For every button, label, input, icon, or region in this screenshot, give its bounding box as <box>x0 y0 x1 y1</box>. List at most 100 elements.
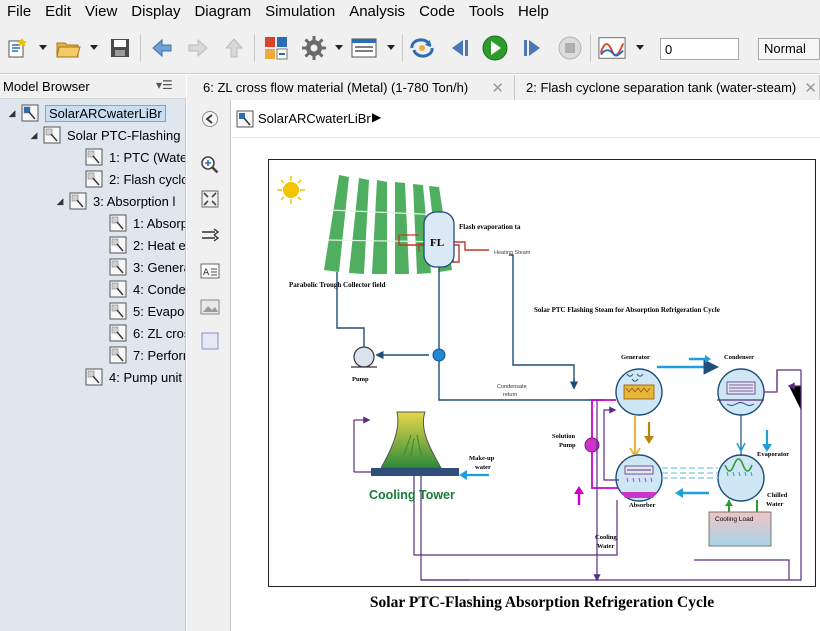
collapse-triangle-icon[interactable]: ◢ <box>6 108 18 119</box>
fit-view-icon[interactable] <box>199 188 221 210</box>
back-arrow-icon[interactable] <box>148 34 176 62</box>
tree-item-root[interactable]: ◢ SolarARCwaterLiBr <box>6 102 166 124</box>
model-browser-menu-icon[interactable]: ▾☰ <box>156 78 173 92</box>
tree-item-condenser[interactable]: 4: Conden <box>94 278 186 300</box>
new-model-icon[interactable] <box>4 34 32 62</box>
tree-item-label: 1: PTC (Water <box>109 149 186 165</box>
menu-file[interactable]: File <box>0 0 38 24</box>
model-icon <box>236 110 254 128</box>
tree-item-label: SolarARCwaterLiBr <box>45 104 166 122</box>
close-icon[interactable]: ✕ <box>491 79 504 97</box>
menu-edit[interactable]: Edit <box>38 0 78 24</box>
open-folder-icon[interactable] <box>54 34 82 62</box>
signal-arrow-icon[interactable] <box>199 224 221 246</box>
tree-item-label: 3: Genera <box>133 259 186 275</box>
tab-flash-cyclone[interactable]: 2: Flash cyclone separation tank (water-… <box>515 75 820 100</box>
simulation-mode-select[interactable]: Normal <box>758 38 820 60</box>
evaporator-label: Evaporator <box>757 451 789 458</box>
area-icon[interactable] <box>199 330 221 352</box>
tree-item-zl-cross[interactable]: 6: ZL cros <box>94 322 186 344</box>
diagram-image[interactable]: Parabolic Trough Collector field FL Flas… <box>268 159 816 587</box>
tree-item-label: 2: Heat ex <box>133 237 186 253</box>
block-palette: A <box>187 100 231 631</box>
chilled-water-label-2: Water <box>766 501 783 508</box>
tab-bar: 6: ZL cross flow material (Metal) (1-780… <box>187 75 820 100</box>
new-dropdown-icon[interactable] <box>38 42 48 52</box>
step-back-icon[interactable] <box>446 34 474 62</box>
update-diagram-icon[interactable] <box>408 34 436 62</box>
tree-item-absorber[interactable]: 1: Absorpo <box>94 212 185 234</box>
tree-item-heat-exchanger[interactable]: 2: Heat ex <box>94 234 186 256</box>
menu-help[interactable]: Help <box>511 0 556 24</box>
tree-item-label: 6: ZL cros <box>133 325 186 341</box>
menu-display[interactable]: Display <box>124 0 187 24</box>
tree-item-performance[interactable]: 7: Perform <box>94 344 185 366</box>
menu-simulation[interactable]: Simulation <box>258 0 342 24</box>
up-arrow-icon[interactable] <box>220 34 248 62</box>
image-icon[interactable] <box>199 296 221 318</box>
breadcrumb[interactable]: SolarARCwaterLiBr <box>258 111 371 126</box>
tree-item-solar-ptc-flashing[interactable]: ◢ Solar PTC-Flashing <box>28 124 180 146</box>
absorber <box>615 454 663 502</box>
menu-tools[interactable]: Tools <box>462 0 511 24</box>
annotation-icon[interactable]: A <box>199 260 221 282</box>
gear-icon[interactable] <box>300 34 328 62</box>
condensate-label-1: Condensate <box>497 384 527 390</box>
toolbar-separator <box>590 34 591 62</box>
menu-view[interactable]: View <box>78 0 124 24</box>
makeup-water-label-1: Make-up <box>469 455 495 462</box>
model-browser-title: Model Browser <box>3 79 90 94</box>
tree-item-generator[interactable]: 3: Genera <box>94 256 186 278</box>
menu-code[interactable]: Code <box>412 0 462 24</box>
tree-item-label: 2: Flash cyclon <box>109 171 185 187</box>
condenser <box>717 368 765 416</box>
step-forward-icon[interactable] <box>518 34 546 62</box>
cooling-tower-label: Cooling Tower <box>369 488 455 502</box>
flash-tank: FL <box>423 211 455 268</box>
scope-dropdown-icon[interactable] <box>635 42 645 52</box>
tree-item-label: 4: Conden <box>133 281 186 297</box>
condenser-label: Condenser <box>724 354 754 361</box>
menu-bar: File Edit View Display Diagram Simulatio… <box>0 0 820 24</box>
model-config-icon[interactable] <box>350 34 378 62</box>
tree-item-ptc[interactable]: 1: PTC (Water <box>70 146 186 168</box>
scope-icon[interactable] <box>598 34 626 62</box>
tab-label: 6: ZL cross flow material (Metal) (1-780… <box>203 80 469 95</box>
menu-diagram[interactable]: Diagram <box>187 0 258 24</box>
model-canvas[interactable]: Parabolic Trough Collector field FL Flas… <box>232 139 820 631</box>
stop-time-input[interactable] <box>660 38 739 60</box>
save-icon[interactable] <box>106 34 134 62</box>
tree-item-label: Solar PTC-Flashing <box>67 127 181 143</box>
stop-icon[interactable] <box>556 34 584 62</box>
tab-zl-cross-flow[interactable]: 6: ZL cross flow material (Metal) (1-780… <box>187 75 515 100</box>
run-icon[interactable] <box>481 34 509 62</box>
forward-arrow-icon[interactable] <box>184 34 212 62</box>
toolbar-separator <box>140 34 141 62</box>
subsystem-icon <box>109 280 127 298</box>
fl-label: FL <box>430 237 444 249</box>
collapse-triangle-icon[interactable]: ◢ <box>54 196 66 207</box>
settings-dropdown-icon[interactable] <box>334 42 344 52</box>
open-dropdown-icon[interactable] <box>89 42 99 52</box>
close-icon[interactable]: ✕ <box>804 79 817 97</box>
tree-item-pump-unit[interactable]: 4: Pump unit ( <box>70 366 186 388</box>
config-dropdown-icon[interactable] <box>386 42 396 52</box>
menu-analysis[interactable]: Analysis <box>342 0 412 24</box>
solution-pump-label-1: Solution <box>552 433 576 440</box>
library-browser-icon[interactable] <box>262 34 290 62</box>
tree-item-label: 4: Pump unit ( <box>109 369 186 385</box>
collapse-triangle-icon[interactable]: ◢ <box>28 130 40 141</box>
zoom-icon[interactable] <box>199 154 221 176</box>
tree-item-absorption[interactable]: ◢ 3: Absorption l <box>54 190 175 212</box>
absorption-cycle-diagram: Parabolic Trough Collector field FL Flas… <box>277 175 802 582</box>
svg-text:A: A <box>203 268 210 278</box>
chilled-water-label-1: Chilled <box>767 492 788 499</box>
hide-browser-icon[interactable] <box>199 108 221 130</box>
steam-line <box>509 254 575 385</box>
tree-item-evaporator[interactable]: 5: Evapora <box>94 300 185 322</box>
model-browser-header: Model Browser ▾☰ <box>0 75 186 99</box>
tree-item-label: 7: Perform <box>133 347 185 363</box>
solution-pump-label-2: Pump <box>559 442 576 449</box>
breadcrumb-arrow-icon[interactable]: ▶ <box>372 110 381 124</box>
tree-item-flash-cyclone[interactable]: 2: Flash cyclon <box>70 168 185 190</box>
